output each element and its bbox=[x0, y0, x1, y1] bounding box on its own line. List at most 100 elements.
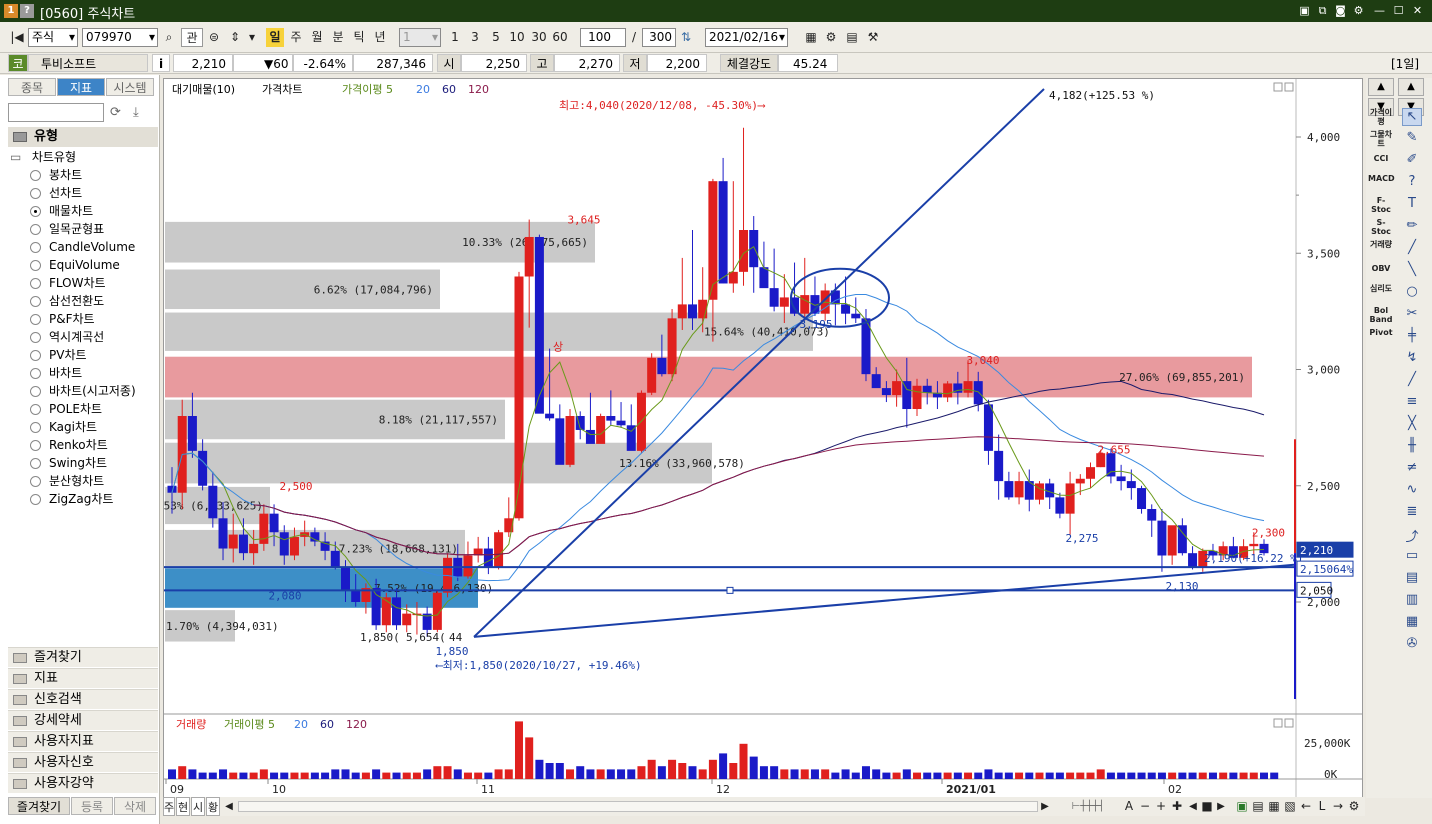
section-type[interactable]: 유형 bbox=[8, 127, 158, 147]
radio-icon[interactable] bbox=[30, 350, 41, 361]
maximize-icon[interactable]: ☐ bbox=[1391, 3, 1406, 18]
bottom-tab-delete[interactable]: 삭제 bbox=[114, 797, 156, 815]
drawing-tool-icon[interactable]: ↯ bbox=[1402, 350, 1422, 368]
stock-code-input[interactable]: 079970 ▾ bbox=[82, 28, 158, 47]
radio-icon[interactable] bbox=[30, 278, 41, 289]
drawing-tool-icon[interactable]: ? bbox=[1402, 174, 1422, 192]
save-icon[interactable]: ▤ bbox=[843, 28, 861, 47]
bottom-tab-hyeon[interactable]: 현 bbox=[176, 797, 190, 816]
radio-icon[interactable] bbox=[30, 332, 41, 343]
indicator-shortcut[interactable]: 그물차트 bbox=[1368, 130, 1394, 148]
radio-icon[interactable] bbox=[30, 242, 41, 253]
period-week[interactable]: 주 bbox=[287, 28, 305, 47]
drawing-tool-icon[interactable]: ▭ bbox=[1402, 548, 1422, 566]
info-button[interactable]: i bbox=[152, 54, 170, 72]
tools-icon[interactable]: ⚒ bbox=[864, 28, 882, 47]
download-icon[interactable]: ⤓ bbox=[133, 105, 139, 120]
grid-icon[interactable]: ▦ bbox=[1267, 797, 1281, 816]
link-icon[interactable]: ⧉ bbox=[1315, 3, 1330, 18]
drawing-tool-icon[interactable]: ∿ bbox=[1402, 482, 1422, 500]
spin-icon[interactable]: ⇕ bbox=[226, 28, 244, 47]
prev-icon[interactable]: ◀ bbox=[1187, 797, 1199, 816]
count-input[interactable]: 100 bbox=[580, 28, 626, 47]
prev-stock-icon[interactable]: |◀ bbox=[8, 28, 26, 47]
radio-icon[interactable] bbox=[30, 458, 41, 469]
radio-icon[interactable] bbox=[30, 368, 41, 379]
left-menu-item[interactable]: 신호검색 bbox=[8, 689, 158, 709]
radio-icon[interactable] bbox=[30, 224, 41, 235]
drawing-tool-icon[interactable]: ✎ bbox=[1402, 130, 1422, 148]
toggle-icon[interactable]: ⊜ bbox=[205, 28, 223, 47]
gear-icon[interactable]: ⚙ bbox=[1351, 3, 1366, 18]
radio-icon[interactable] bbox=[30, 476, 41, 487]
drawing-tool-icon[interactable]: ✏ bbox=[1402, 218, 1422, 236]
layout-icon[interactable]: ▣ bbox=[1297, 3, 1312, 18]
left-menu-item[interactable]: 사용자지표 bbox=[8, 731, 158, 751]
chart-area[interactable]: 대기매물(10) 가격차트 가격이평 5 20 60 120 4,000 3,500 3,000… bbox=[163, 78, 1363, 798]
help-badge[interactable]: ? bbox=[20, 4, 34, 18]
radio-icon[interactable] bbox=[30, 440, 41, 451]
stop-icon[interactable]: ■ bbox=[1201, 797, 1213, 816]
minimize-icon[interactable]: — bbox=[1372, 3, 1387, 18]
total-input[interactable]: 300 bbox=[642, 28, 676, 47]
indicator-shortcut[interactable]: MACD bbox=[1368, 174, 1395, 183]
plus-icon[interactable]: + bbox=[1155, 797, 1167, 816]
interval-10[interactable]: 10 bbox=[507, 28, 527, 47]
bottom-tab-register[interactable]: 등록 bbox=[71, 797, 113, 815]
excel-icon[interactable]: ▣ bbox=[1235, 797, 1249, 816]
bottom-tab-ju[interactable]: 주 bbox=[163, 797, 175, 816]
apply-icon[interactable]: ⇅ bbox=[678, 28, 694, 47]
radio-icon[interactable] bbox=[30, 260, 41, 271]
zoom-slider[interactable]: ⊢┼┼┼┤ bbox=[1058, 797, 1118, 816]
drawing-tool-icon[interactable]: ✂ bbox=[1402, 306, 1422, 324]
drawing-tool-icon[interactable]: ╳ bbox=[1402, 416, 1422, 434]
bottom-tab-si[interactable]: 시 bbox=[191, 797, 205, 816]
indicator-search-input[interactable] bbox=[8, 103, 104, 122]
drawing-tool-icon[interactable]: ○ bbox=[1402, 284, 1422, 302]
text-icon[interactable]: A bbox=[1123, 797, 1135, 816]
drawing-tool-icon[interactable]: T bbox=[1402, 196, 1422, 214]
interval-30[interactable]: 30 bbox=[529, 28, 549, 47]
drawing-tool-icon[interactable]: ╲ bbox=[1402, 262, 1422, 280]
indicator-shortcut[interactable]: F-Stoc bbox=[1368, 196, 1394, 214]
drawing-tool-icon[interactable]: ✇ bbox=[1402, 636, 1422, 654]
search-icon[interactable]: ⌕ bbox=[160, 28, 178, 47]
settings-icon[interactable]: ⚙ bbox=[822, 28, 840, 47]
tab-indicator[interactable]: 지표 bbox=[57, 78, 105, 96]
fit-icon[interactable]: ✚ bbox=[1171, 797, 1183, 816]
config-icon[interactable]: ⚙ bbox=[1347, 797, 1361, 816]
tree-chart-type[interactable]: ▭ 차트유형 bbox=[10, 148, 76, 166]
l-icon[interactable]: L bbox=[1315, 797, 1329, 816]
gwan-button[interactable]: 관 bbox=[181, 28, 203, 47]
refresh-icon[interactable]: ⟳ bbox=[110, 105, 121, 120]
drawing-tool-icon[interactable]: ╱ bbox=[1402, 372, 1422, 390]
period-month[interactable]: 월 bbox=[308, 28, 326, 47]
radio-icon[interactable] bbox=[30, 386, 41, 397]
indicator-shortcut[interactable]: 거래량 bbox=[1368, 240, 1394, 249]
drawing-tool-icon[interactable]: ▤ bbox=[1402, 570, 1422, 588]
horizontal-scrollbar[interactable] bbox=[238, 801, 1038, 812]
left-menu-item[interactable]: 즐겨찾기 bbox=[8, 647, 158, 667]
scroll-left-icon[interactable]: ◀ bbox=[223, 797, 235, 816]
collapse-icon[interactable]: ▲ bbox=[1398, 78, 1424, 96]
drawing-tool-icon[interactable]: ╱ bbox=[1402, 240, 1422, 258]
indicator-shortcut[interactable]: 심리도 bbox=[1368, 284, 1394, 293]
drawing-tool-icon[interactable]: ╫ bbox=[1402, 438, 1422, 456]
radio-icon[interactable] bbox=[30, 422, 41, 433]
drawing-tool-icon[interactable]: ✐ bbox=[1402, 152, 1422, 170]
indicator-shortcut[interactable]: Bol Band bbox=[1368, 306, 1394, 324]
period-tick[interactable]: 틱 bbox=[350, 28, 368, 47]
more-icon[interactable]: ▾ bbox=[247, 28, 257, 47]
interval-1[interactable]: 1 bbox=[446, 28, 464, 47]
fwd-arrow-icon[interactable]: → bbox=[1331, 797, 1345, 816]
period-year[interactable]: 년 bbox=[371, 28, 389, 47]
drawing-tool-icon[interactable]: ▥ bbox=[1402, 592, 1422, 610]
radio-icon[interactable] bbox=[30, 314, 41, 325]
radio-icon[interactable] bbox=[30, 296, 41, 307]
camera-icon[interactable]: ◙ bbox=[1333, 3, 1348, 18]
left-menu-item[interactable]: 사용자신호 bbox=[8, 752, 158, 772]
radio-icon[interactable] bbox=[30, 188, 41, 199]
date-input[interactable]: 2021/02/16 ▾ bbox=[705, 28, 788, 47]
back-arrow-icon[interactable]: ← bbox=[1299, 797, 1313, 816]
left-menu-item[interactable]: 지표 bbox=[8, 668, 158, 688]
